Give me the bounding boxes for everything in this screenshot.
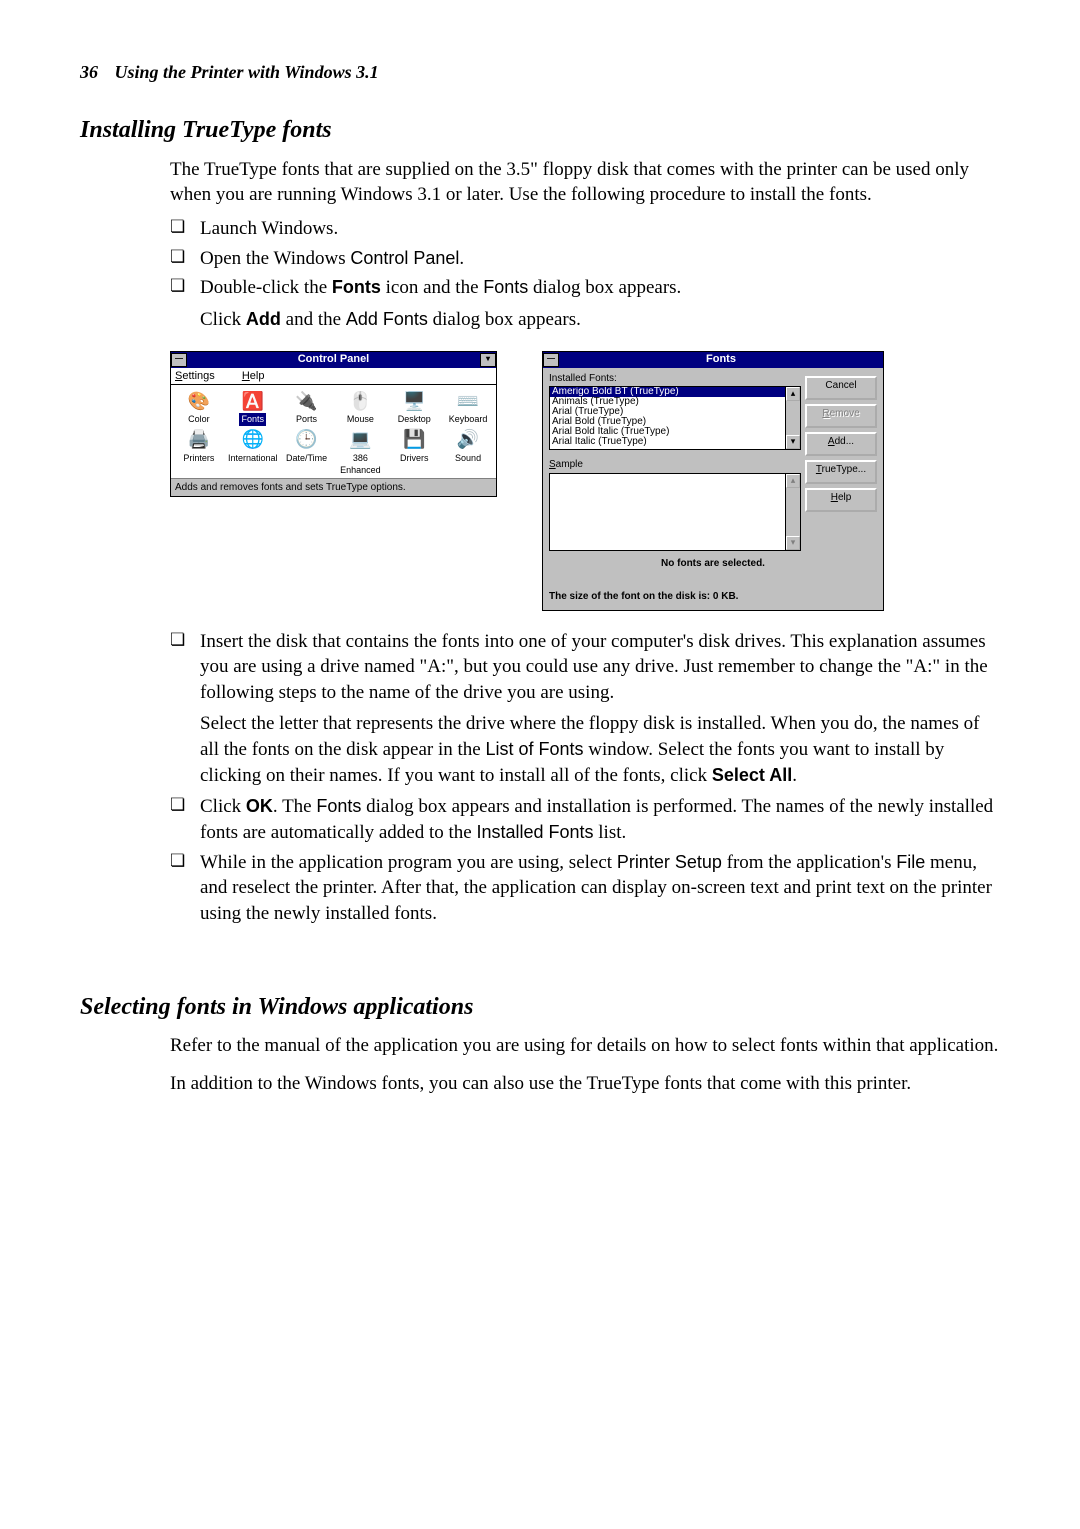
steps-list-b: Insert the disk that contains the fonts … [170,629,1000,927]
section-heading-selecting: Selecting fonts in Windows applications [80,991,1000,1023]
step-open-control-panel: Open the Windows Control Panel. [170,246,1000,272]
intro-paragraph: The TrueType fonts that are supplied on … [170,157,1000,208]
printers-icon[interactable]: 🖨️Printers [174,428,224,476]
screenshot-row: — Control Panel ▾ Settings Help 🎨Color 🅰… [170,351,1000,611]
desktop-icon[interactable]: 🖥️Desktop [389,389,439,425]
step-launch-windows: Launch Windows. [170,216,1000,242]
font-size-line: The size of the font on the disk is: 0 K… [549,590,877,604]
step-select-drive: Select the letter that represents the dr… [200,711,1000,788]
window-title: Fonts [559,352,883,367]
international-icon[interactable]: 🌐International [228,428,278,476]
step-double-click-fonts: Double-click the Fonts icon and the Font… [170,275,1000,332]
control-panel-window: — Control Panel ▾ Settings Help 🎨Color 🅰… [170,351,497,498]
installed-fonts-list[interactable]: Amerigo Bold BT (TrueType) Animals (True… [549,386,786,450]
window-title: Control Panel [187,352,480,367]
sound-icon[interactable]: 🔊Sound [443,428,493,476]
system-menu-icon[interactable]: — [171,353,187,367]
no-fonts-selected: No fonts are selected. [549,557,877,571]
sample-scrollbar[interactable]: ▴ ▾ [786,473,801,551]
ports-icon[interactable]: 🔌Ports [282,389,332,425]
fonts-dialog: — Fonts Installed Fonts: Amerigo Bold BT… [542,351,884,611]
fonts-icon[interactable]: 🅰️Fonts [228,389,278,425]
386enhanced-icon[interactable]: 💻386 Enhanced [335,428,385,476]
help-button[interactable]: Help [805,488,877,512]
step-printer-setup: While in the application program you are… [170,850,1000,927]
truetype-button[interactable]: TrueType... [805,460,877,484]
minimize-icon[interactable]: ▾ [480,353,496,367]
color-icon[interactable]: 🎨Color [174,389,224,425]
add-button[interactable]: Add... [805,432,877,456]
selecting-p1: Refer to the manual of the application y… [170,1033,1000,1059]
menu-help[interactable]: Help [242,370,265,382]
page-number: 36 [80,62,98,82]
running-header: 36 Using the Printer with Windows 3.1 [80,60,1000,84]
mouse-icon[interactable]: 🖱️Mouse [335,389,385,425]
drivers-icon[interactable]: 💾Drivers [389,428,439,476]
scroll-up-icon[interactable]: ▴ [786,387,800,401]
list-scrollbar[interactable]: ▴ ▾ [786,386,801,450]
datetime-icon[interactable]: 🕒Date/Time [282,428,332,476]
dialog-buttons: Cancel Remove Add... TrueType... Help [805,376,877,512]
list-item[interactable]: Arial Italic (TrueType) [550,437,785,447]
step-click-add: Click Add and the Add Fonts dialog box a… [200,307,1000,333]
section-heading-installing: Installing TrueType fonts [80,114,1000,146]
status-bar: Adds and removes fonts and sets TrueType… [171,478,496,497]
sample-box [549,473,786,551]
system-menu-icon[interactable]: — [543,353,559,367]
scroll-down-icon[interactable]: ▾ [786,435,800,449]
titlebar: — Control Panel ▾ [171,352,496,368]
menu-settings[interactable]: Settings [175,370,227,382]
cancel-button[interactable]: Cancel [805,376,877,400]
step-click-ok: Click OK. The Fonts dialog box appears a… [170,794,1000,845]
remove-button[interactable]: Remove [805,404,877,428]
selecting-p2: In addition to the Windows fonts, you ca… [170,1071,1000,1097]
step-insert-disk: Insert the disk that contains the fonts … [170,629,1000,789]
scroll-up-icon[interactable]: ▴ [786,474,800,488]
running-title: Using the Printer with Windows 3.1 [115,62,379,82]
scroll-down-icon[interactable]: ▾ [786,536,800,550]
menubar: Settings Help [171,368,496,386]
steps-list-a: Launch Windows. Open the Windows Control… [170,216,1000,333]
keyboard-icon[interactable]: ⌨️Keyboard [443,389,493,425]
control-panel-body: 🎨Color 🅰️Fonts 🔌Ports 🖱️Mouse 🖥️Desktop … [171,385,496,477]
titlebar: — Fonts [543,352,883,368]
